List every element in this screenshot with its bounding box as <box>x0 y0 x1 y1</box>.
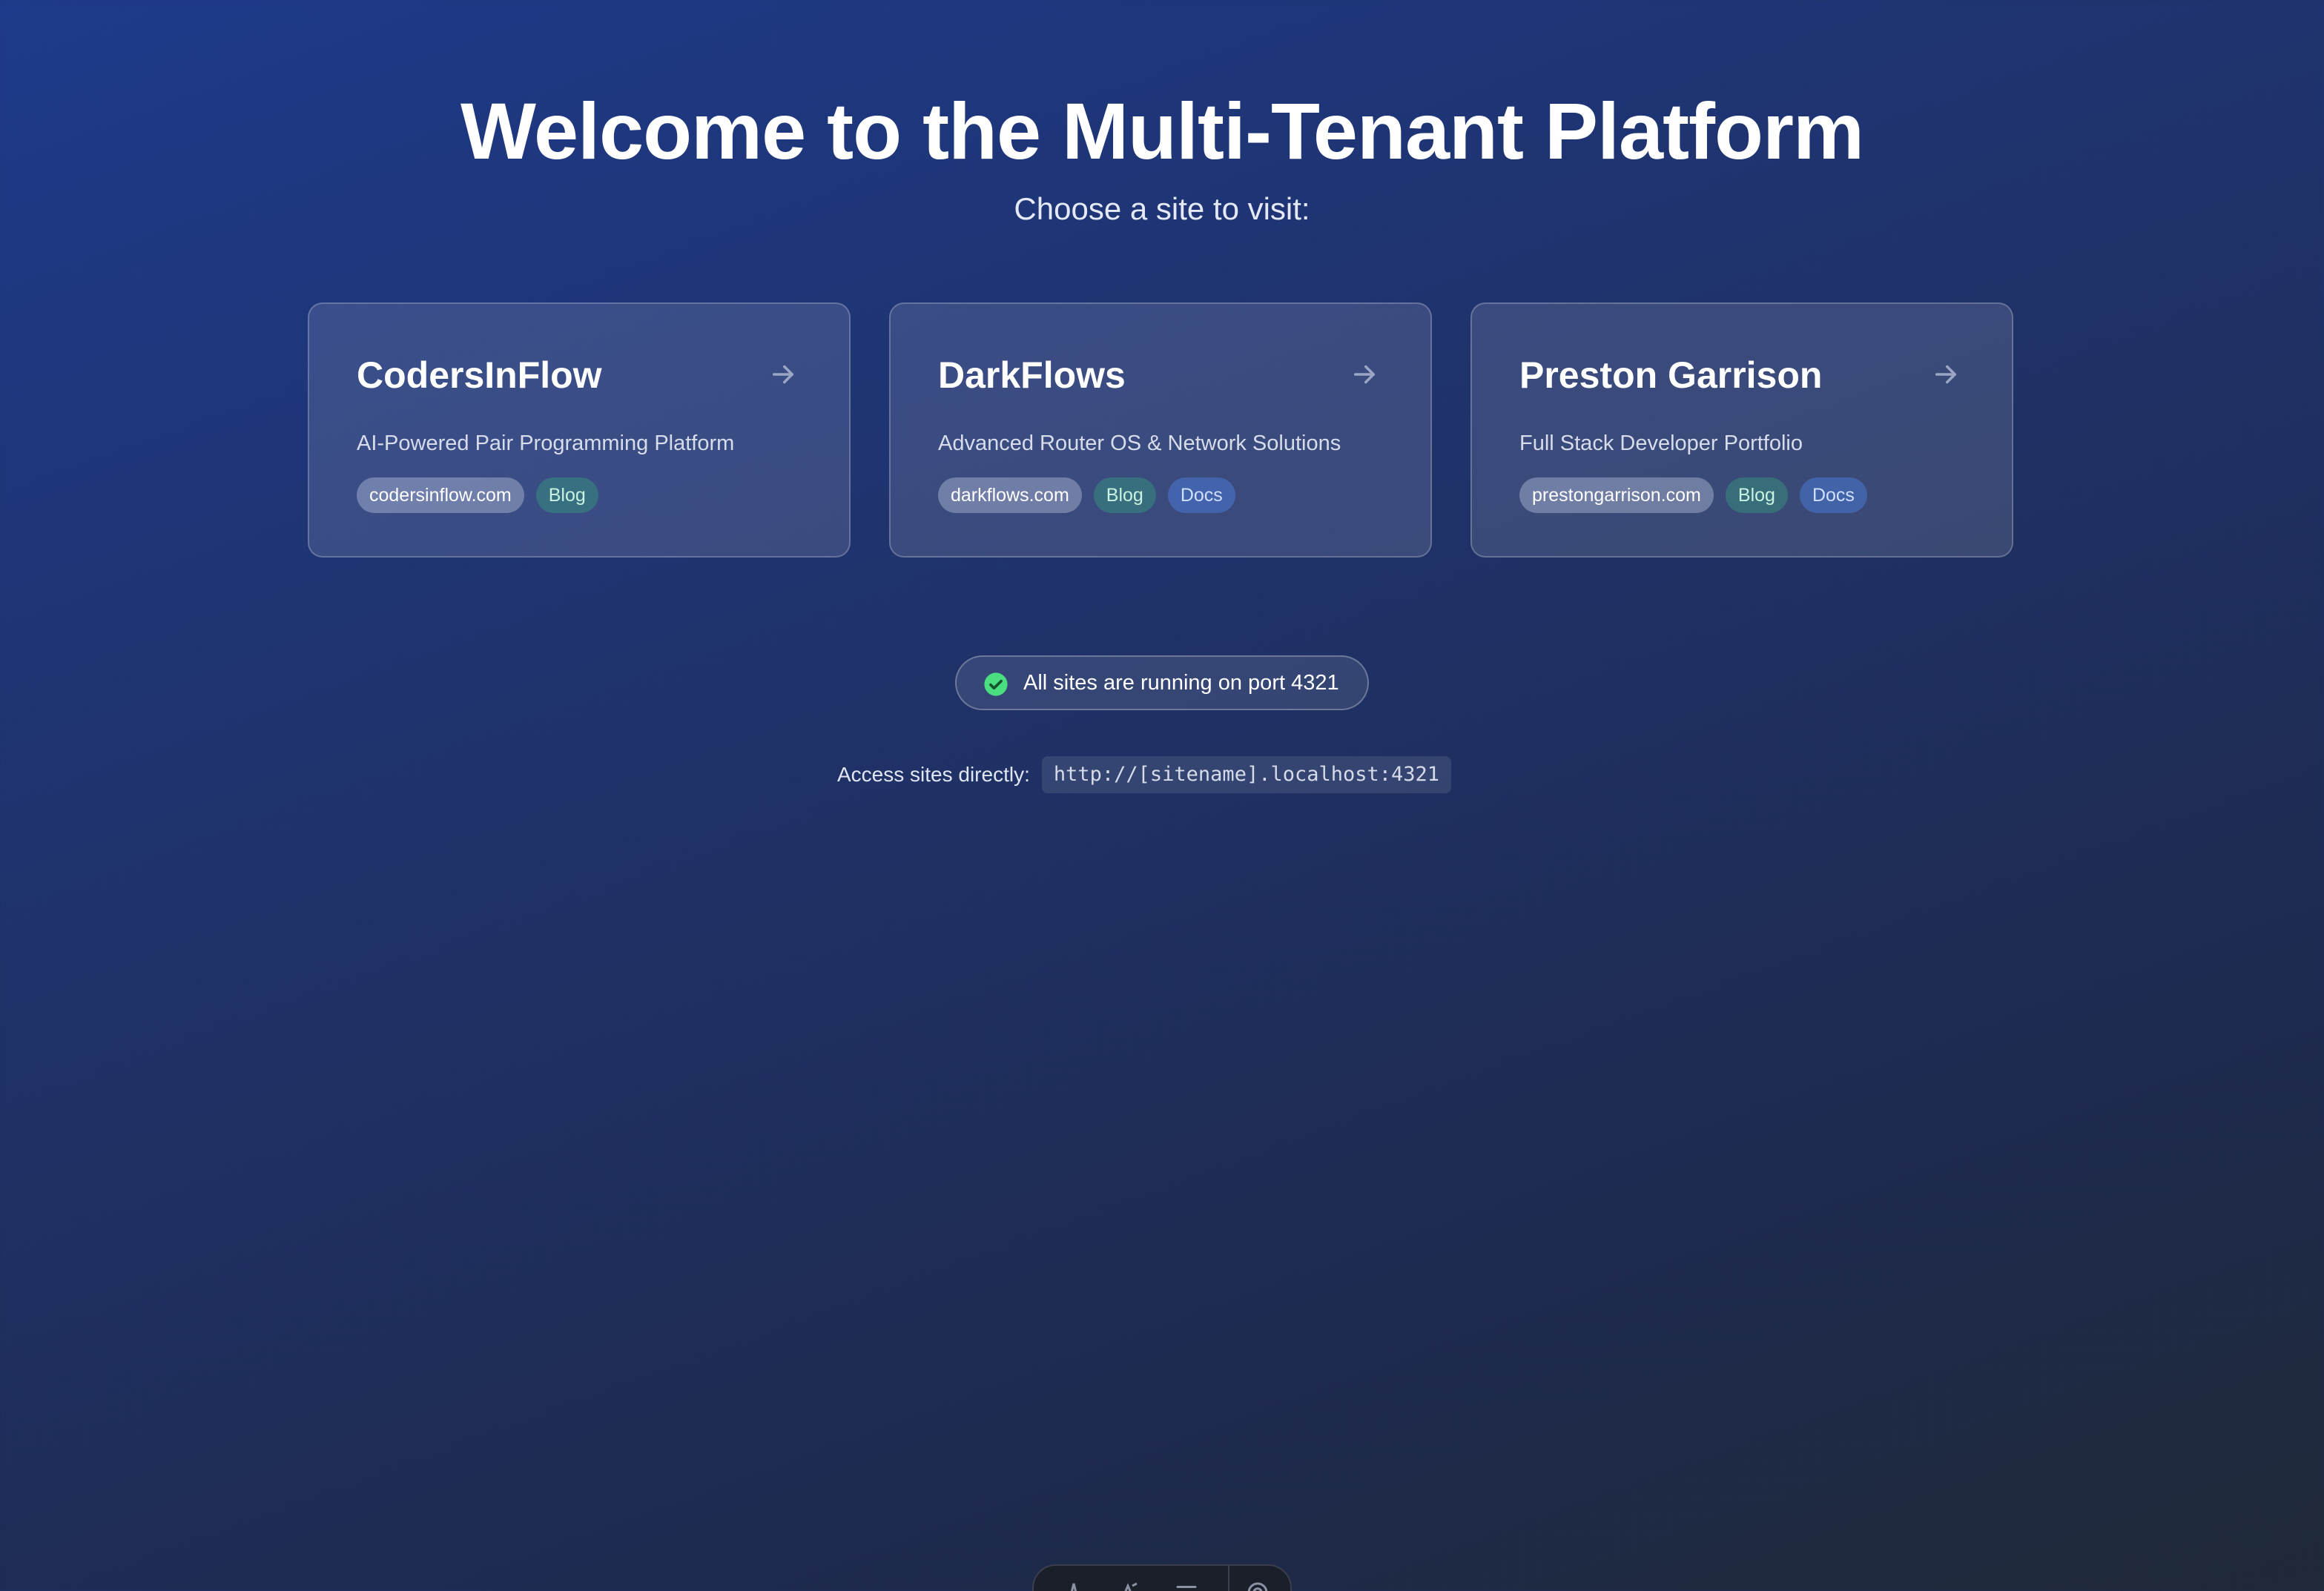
status-badge: All sites are running on port 4321 <box>955 655 1369 710</box>
arrow-right-icon <box>773 365 793 384</box>
site-name: DarkFlows <box>938 354 1126 396</box>
site-description: Advanced Router OS & Network Solutions <box>938 431 1341 455</box>
settings-icon[interactable] <box>1244 1579 1271 1591</box>
site-name: CodersInFlow <box>357 354 602 396</box>
blog-badge: Blog <box>1093 477 1156 513</box>
site-card-codersinflow[interactable]: CodersInFlow AI-Powered Pair Programming… <box>308 302 851 558</box>
page-subtitle: Choose a site to visit: <box>1014 191 1310 226</box>
arrow-right-icon <box>1935 365 1956 384</box>
site-card-darkflows[interactable]: DarkFlows Advanced Router OS & Network S… <box>889 302 1432 558</box>
domain-badge: codersinflow.com <box>357 477 524 513</box>
domain-badge: darkflows.com <box>938 477 1082 513</box>
site-cards: CodersInFlow AI-Powered Pair Programming… <box>308 302 2016 560</box>
arrow-right-icon <box>1354 365 1375 384</box>
site-tags: darkflows.com Blog Docs <box>938 477 1235 513</box>
page-title: Welcome to the Multi-Tenant Platform <box>460 86 1864 176</box>
page: Welcome to the Multi-Tenant Platform Cho… <box>0 0 2324 1591</box>
menu-icon[interactable] <box>1173 1579 1200 1591</box>
site-name: Preston Garrison <box>1519 354 1823 396</box>
docs-badge: Docs <box>1167 477 1235 513</box>
audit-icon[interactable] <box>1117 1579 1143 1591</box>
site-tags: prestongarrison.com Blog Docs <box>1519 477 1867 513</box>
access-label: Access sites directly: <box>837 763 1030 786</box>
status-text: All sites are running on port 4321 <box>1023 671 1339 695</box>
toolbar-divider <box>1228 1566 1229 1591</box>
access-url-code: http://[sitename].localhost:4321 <box>1041 756 1452 793</box>
site-description: Full Stack Developer Portfolio <box>1519 431 1803 455</box>
check-circle-icon <box>984 672 1008 696</box>
docs-badge: Docs <box>1799 477 1867 513</box>
site-card-prestongarrison[interactable]: Preston Garrison Full Stack Developer Po… <box>1470 302 2013 558</box>
domain-badge: prestongarrison.com <box>1519 477 1714 513</box>
blog-badge: Blog <box>535 477 598 513</box>
access-hint: Access sites directly: http://[sitename]… <box>837 755 1452 795</box>
site-tags: codersinflow.com Blog <box>357 477 598 513</box>
astro-logo-icon[interactable] <box>1060 1579 1087 1591</box>
dev-toolbar <box>1032 1564 1292 1591</box>
blog-badge: Blog <box>1725 477 1788 513</box>
site-description: AI-Powered Pair Programming Platform <box>357 431 735 455</box>
